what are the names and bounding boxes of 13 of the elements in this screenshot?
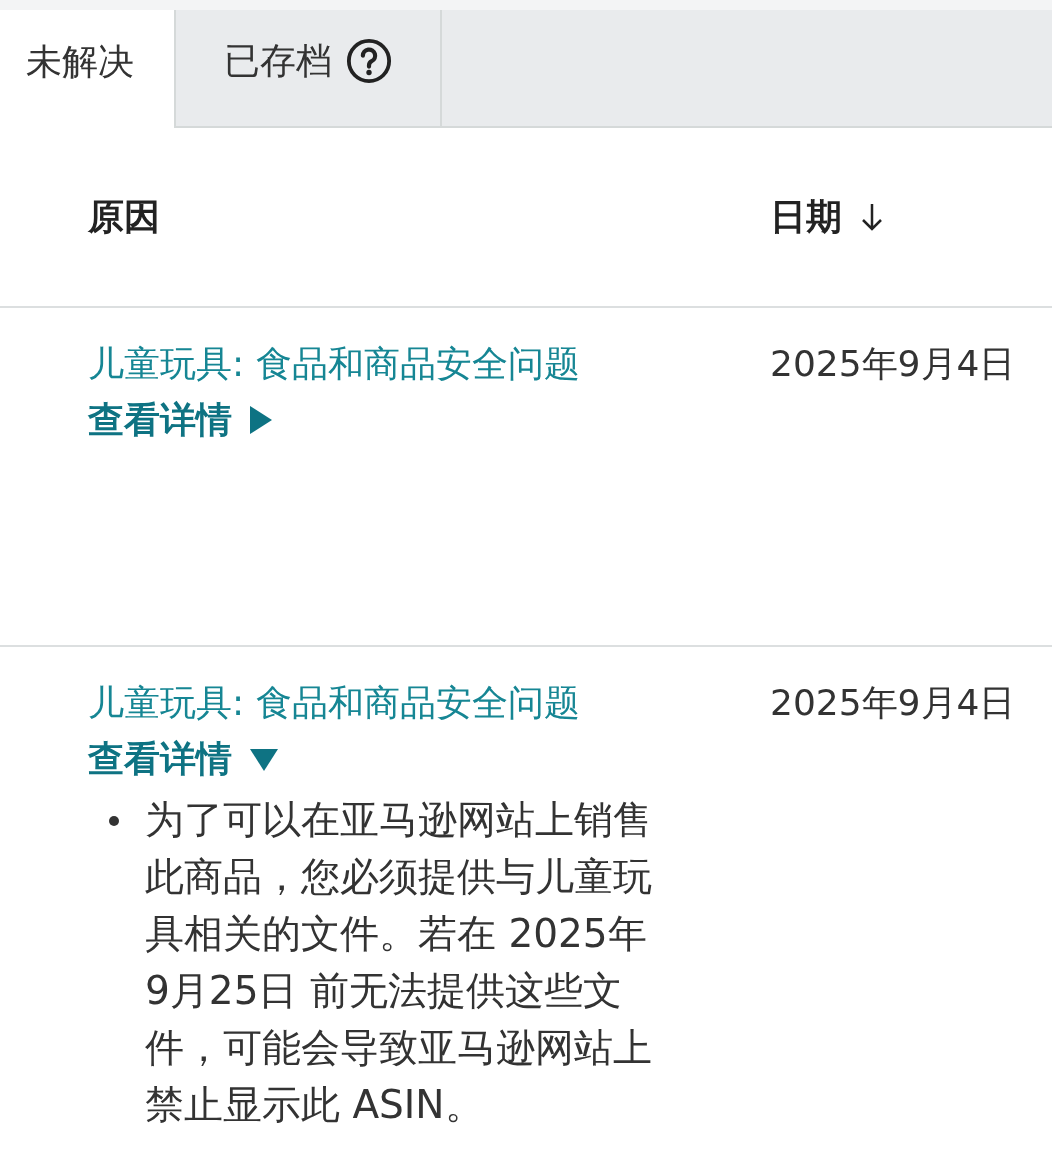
reason-text: 儿童玩具: 食品和商品安全问题 [88,682,580,723]
sort-descending-icon[interactable] [860,202,884,232]
view-details-link[interactable]: 查看详情 [88,731,278,787]
tab[interactable]: 未解决 [0,10,176,128]
reason-text: 儿童玩具: 食品和商品安全问题 [88,343,580,384]
view-details-link[interactable]: 查看详情 [88,392,272,448]
column-header[interactable]: 日期 [770,192,842,242]
date-text: 2025年9月4日 [770,343,1016,384]
help-icon[interactable] [346,38,392,84]
column-header: 原因 [88,194,160,239]
detail-text: 为了可以在亚马逊网站上销售此商品，您必须提供与儿童玩具相关的文件。若在 2025年9月25日 前无法提供这些文件，可能会导致亚马逊网站上禁止显示此 ASIN。 [145,797,652,1127]
date-text: 2025年9月4日 [770,682,1016,723]
bullet-icon [109,816,119,826]
